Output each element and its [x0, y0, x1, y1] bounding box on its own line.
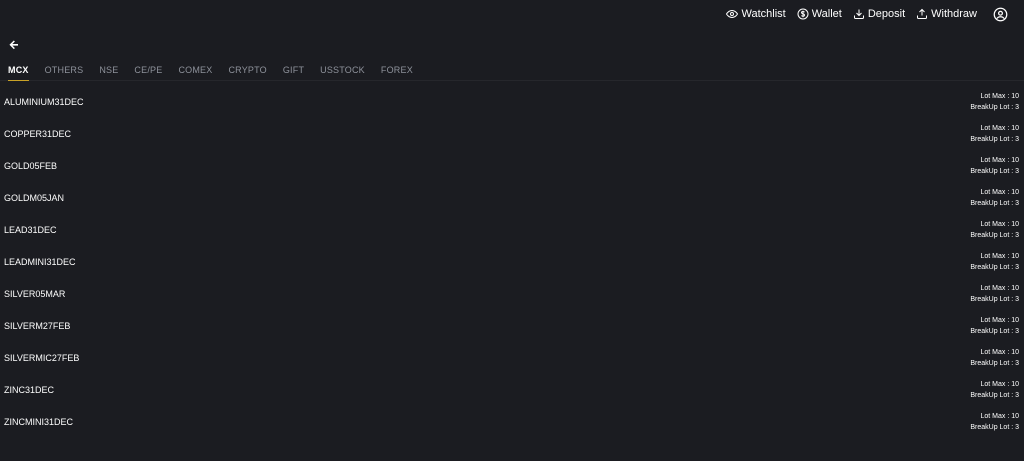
lot-max: Lot Max : 10	[980, 413, 1019, 420]
instrument-row[interactable]: GOLDM05JAN Lot Max : 10 BreakUp Lot : 3	[0, 181, 1024, 213]
lot-max: Lot Max : 10	[980, 317, 1019, 324]
instrument-row[interactable]: ZINCMINI31DEC Lot Max : 10 BreakUp Lot : 3	[0, 405, 1024, 437]
breakup-lot: BreakUp Lot : 3	[970, 360, 1019, 367]
eye-icon	[726, 9, 739, 19]
watchlist-button[interactable]: Watchlist	[726, 8, 786, 20]
instrument-symbol: ZINC31DEC	[4, 385, 55, 395]
tab-nse[interactable]: NSE	[99, 60, 118, 80]
lot-max: Lot Max : 10	[980, 253, 1019, 260]
arrow-left-icon	[9, 40, 18, 50]
instrument-row[interactable]: GOLD05FEB Lot Max : 10 BreakUp Lot : 3	[0, 149, 1024, 181]
breakup-lot: BreakUp Lot : 3	[970, 296, 1019, 303]
instrument-row[interactable]: LEAD31DEC Lot Max : 10 BreakUp Lot : 3	[0, 213, 1024, 245]
tab-gift[interactable]: GIFT	[283, 60, 304, 80]
upload-icon	[917, 8, 928, 19]
breakup-lot: BreakUp Lot : 3	[970, 392, 1019, 399]
lot-info: Lot Max : 10 BreakUp Lot : 3	[970, 187, 1019, 209]
instrument-symbol: GOLDM05JAN	[4, 193, 65, 203]
top-nav: Watchlist Wallet Deposit Withdraw	[715, 0, 1024, 28]
breakup-lot: BreakUp Lot : 3	[970, 200, 1019, 207]
withdraw-label: Withdraw	[931, 8, 977, 20]
lot-info: Lot Max : 10 BreakUp Lot : 3	[970, 283, 1019, 305]
breakup-lot: BreakUp Lot : 3	[970, 168, 1019, 175]
instrument-row[interactable]: COPPER31DEC Lot Max : 10 BreakUp Lot : 3	[0, 117, 1024, 149]
breakup-lot: BreakUp Lot : 3	[970, 136, 1019, 143]
lot-info: Lot Max : 10 BreakUp Lot : 3	[970, 155, 1019, 177]
instrument-row[interactable]: SILVERM27FEB Lot Max : 10 BreakUp Lot : 3	[0, 309, 1024, 341]
instrument-row[interactable]: LEADMINI31DEC Lot Max : 10 BreakUp Lot : 3	[0, 245, 1024, 277]
download-icon	[853, 9, 864, 19]
watchlist-label: Watchlist	[741, 8, 786, 20]
tab-forex[interactable]: FOREX	[381, 60, 413, 80]
lot-max: Lot Max : 10	[980, 349, 1019, 356]
instrument-symbol: ALUMINIUM31DEC	[4, 97, 84, 107]
instrument-symbol: GOLD05FEB	[4, 161, 58, 171]
wallet-label: Wallet	[811, 8, 842, 20]
withdraw-button[interactable]: Withdraw	[916, 8, 977, 20]
breakup-lot: BreakUp Lot : 3	[970, 328, 1019, 335]
instrument-list: ALUMINIUM31DEC Lot Max : 10 BreakUp Lot : …	[0, 85, 1024, 437]
tab-others[interactable]: OTHERS	[45, 60, 84, 80]
instrument-row[interactable]: ALUMINIUM31DEC Lot Max : 10 BreakUp Lot : …	[0, 85, 1024, 117]
instrument-row[interactable]: SILVER05MAR Lot Max : 10 BreakUp Lot : 3	[0, 277, 1024, 309]
lot-info: Lot Max : 10 BreakUp Lot : 3	[970, 347, 1019, 369]
lot-max: Lot Max : 10	[980, 189, 1019, 196]
tab-crypto[interactable]: CRYPTO	[228, 60, 266, 80]
lot-max: Lot Max : 10	[980, 285, 1019, 292]
tab-ce-pe[interactable]: CE/PE	[134, 60, 162, 80]
deposit-button[interactable]: Deposit	[853, 8, 905, 20]
breakup-lot: BreakUp Lot : 3	[970, 232, 1019, 239]
dollar-circle-icon	[797, 8, 809, 20]
lot-max: Lot Max : 10	[980, 93, 1019, 100]
tab-mcx[interactable]: MCX	[8, 60, 29, 81]
instrument-symbol: COPPER31DEC	[4, 129, 72, 139]
market-tabs: MCX OTHERS NSE CE/PE COMEX CRYPTO GIFT USSTOCK F…	[0, 60, 1024, 81]
wallet-button[interactable]: Wallet	[797, 8, 842, 20]
lot-max: Lot Max : 10	[980, 221, 1019, 228]
lot-max: Lot Max : 10	[980, 381, 1019, 388]
lot-info: Lot Max : 10 BreakUp Lot : 3	[970, 315, 1019, 337]
lot-max: Lot Max : 10	[980, 125, 1019, 132]
instrument-symbol: ZINCMINI31DEC	[4, 417, 74, 427]
lot-info: Lot Max : 10 BreakUp Lot : 3	[970, 219, 1019, 241]
tab-comex[interactable]: COMEX	[178, 60, 212, 80]
instrument-symbol: SILVERM27FEB	[4, 321, 71, 331]
instrument-row[interactable]: ZINC31DEC Lot Max : 10 BreakUp Lot : 3	[0, 373, 1024, 405]
breakup-lot: BreakUp Lot : 3	[970, 104, 1019, 111]
lot-max: Lot Max : 10	[980, 157, 1019, 164]
profile-button[interactable]	[992, 6, 1008, 22]
lot-info: Lot Max : 10 BreakUp Lot : 3	[970, 379, 1019, 401]
tab-usstock[interactable]: USSTOCK	[320, 60, 365, 80]
lot-info: Lot Max : 10 BreakUp Lot : 3	[970, 411, 1019, 433]
lot-info: Lot Max : 10 BreakUp Lot : 3	[970, 91, 1019, 113]
breakup-lot: BreakUp Lot : 3	[970, 264, 1019, 271]
instrument-symbol: LEAD31DEC	[4, 225, 57, 235]
instrument-symbol: SILVER05MAR	[4, 289, 66, 299]
lot-info: Lot Max : 10 BreakUp Lot : 3	[970, 123, 1019, 145]
lot-info: Lot Max : 10 BreakUp Lot : 3	[970, 251, 1019, 273]
instrument-symbol: LEADMINI31DEC	[4, 257, 76, 267]
instrument-symbol: SILVERMIC27FEB	[4, 353, 80, 363]
instrument-row[interactable]: SILVERMIC27FEB Lot Max : 10 BreakUp Lot : …	[0, 341, 1024, 373]
user-circle-icon	[993, 7, 1007, 21]
back-button[interactable]	[8, 38, 20, 50]
breakup-lot: BreakUp Lot : 3	[970, 424, 1019, 431]
deposit-label: Deposit	[867, 8, 906, 20]
